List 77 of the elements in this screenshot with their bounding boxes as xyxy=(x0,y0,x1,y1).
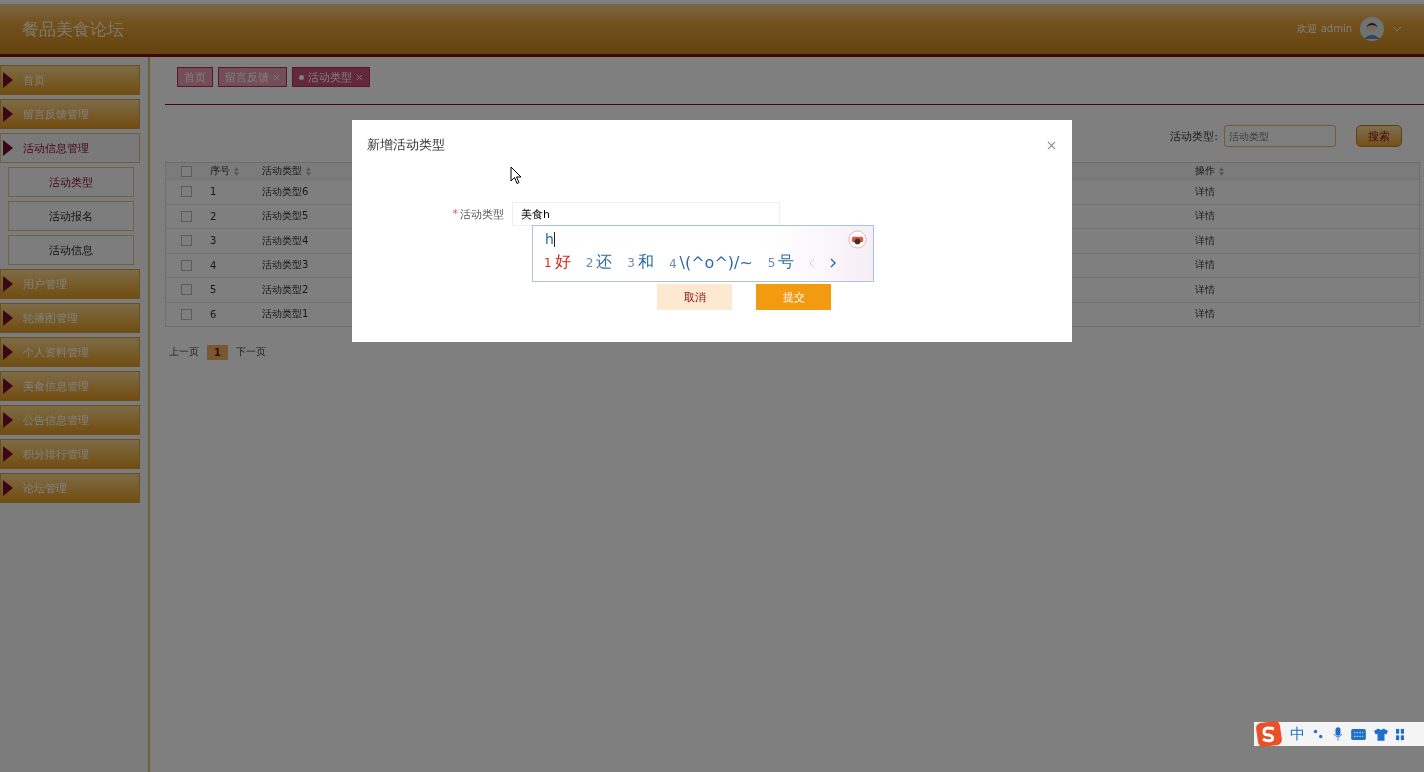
close-icon[interactable] xyxy=(1047,140,1056,150)
sidebar-subitem[interactable]: 活动信息 xyxy=(8,235,134,265)
site-title: 餐品美食论坛 xyxy=(22,17,124,41)
table-cell-text: 2 xyxy=(209,210,218,222)
caret-icon[interactable] xyxy=(1392,26,1402,32)
table-cell-text: 1 xyxy=(209,186,218,198)
table-cell-text: 活动类型6 xyxy=(262,184,310,199)
detail-link[interactable]: 详情 xyxy=(1195,307,1419,322)
triangle-icon xyxy=(3,412,13,428)
table-cell-text: 3 xyxy=(209,235,218,247)
checkbox[interactable] xyxy=(180,165,192,177)
table-cell-text: 5 xyxy=(209,284,218,296)
triangle-icon xyxy=(3,344,13,360)
triangle-icon xyxy=(3,276,13,292)
detail-link[interactable]: 详情 xyxy=(1195,258,1419,273)
column-header[interactable]: 操作 xyxy=(1195,164,1215,178)
punctuation-icon[interactable] xyxy=(1313,728,1325,740)
detail-link[interactable]: 详情 xyxy=(1195,184,1419,199)
search-label: 活动类型: xyxy=(1170,128,1218,144)
prev-page-icon[interactable] xyxy=(809,257,816,268)
cancel-button[interactable]: 取消 xyxy=(657,284,732,310)
search-button[interactable]: 搜索 xyxy=(1356,125,1402,147)
detail-link[interactable]: 详情 xyxy=(1195,233,1419,248)
checkbox[interactable] xyxy=(180,235,192,247)
triangle-icon xyxy=(3,446,13,462)
breadcrumb-tab[interactable]: 活动类型 xyxy=(292,67,370,87)
sort-icon[interactable] xyxy=(306,166,311,176)
table-cell-text: 活动类型3 xyxy=(262,258,310,273)
ime-candidate[interactable]: 5 号 xyxy=(767,252,795,273)
ime-logo-icon[interactable] xyxy=(1256,721,1282,747)
page-number[interactable]: 1 xyxy=(207,344,228,360)
ime-mode-label[interactable]: 中 xyxy=(1290,724,1305,744)
checkbox[interactable] xyxy=(180,308,192,320)
next-page-icon[interactable] xyxy=(830,257,837,268)
ime-composition: h xyxy=(545,231,554,247)
ime-candidate[interactable]: 4 \(^o^)/~ xyxy=(668,253,753,272)
triangle-icon xyxy=(3,72,13,88)
ime-candidate[interactable]: 1 好 xyxy=(544,252,571,273)
checkbox[interactable] xyxy=(180,186,192,198)
input-field[interactable]: 美食h xyxy=(512,202,780,226)
sidebar-item[interactable]: 活动信息管理 xyxy=(0,133,140,163)
grid-icon[interactable] xyxy=(1396,727,1404,741)
cursor-icon xyxy=(510,166,522,185)
sidebar-subitem[interactable]: 活动类型 xyxy=(8,167,134,197)
table-cell-text: 活动类型1 xyxy=(262,307,310,322)
microphone-icon[interactable] xyxy=(1333,727,1343,741)
table-cell-text: 活动类型4 xyxy=(262,233,310,248)
column-header[interactable]: 活动类型 xyxy=(262,164,302,178)
triangle-icon xyxy=(3,378,13,394)
detail-link[interactable]: 详情 xyxy=(1195,209,1419,224)
ime-candidate[interactable]: 3 和 xyxy=(627,252,654,273)
triangle-icon xyxy=(3,310,13,326)
table-cell-text: 4 xyxy=(209,259,218,271)
keyboard-icon[interactable] xyxy=(1351,728,1366,740)
checkbox[interactable] xyxy=(180,259,192,271)
required-mark: * xyxy=(452,206,458,222)
table-cell-text: 活动类型2 xyxy=(262,282,310,297)
shirt-icon[interactable] xyxy=(1374,727,1388,741)
checkbox[interactable] xyxy=(180,210,192,222)
table-cell-text: 活动类型5 xyxy=(262,209,310,224)
dialog-title: 新增活动类型 xyxy=(367,136,445,154)
field-label: 活动类型 xyxy=(460,206,504,222)
table-cell-text: 6 xyxy=(209,308,218,320)
triangle-icon xyxy=(3,106,13,122)
triangle-icon xyxy=(3,480,13,496)
column-header[interactable]: 序号 xyxy=(210,164,230,178)
greeting-text: 欢迎 admin xyxy=(1297,22,1352,36)
ime-candidate[interactable]: 2 还 xyxy=(585,252,613,273)
sort-icon[interactable] xyxy=(234,166,239,176)
detail-link[interactable]: 详情 xyxy=(1195,282,1419,297)
checkbox[interactable] xyxy=(180,284,192,296)
triangle-icon xyxy=(3,140,13,156)
sort-icon[interactable] xyxy=(1219,166,1224,176)
mascot-icon[interactable] xyxy=(848,229,867,249)
avatar-icon[interactable] xyxy=(1360,17,1384,41)
submit-button[interactable]: 提交 xyxy=(756,284,831,310)
sidebar-subitem[interactable]: 活动报名 xyxy=(8,201,134,231)
